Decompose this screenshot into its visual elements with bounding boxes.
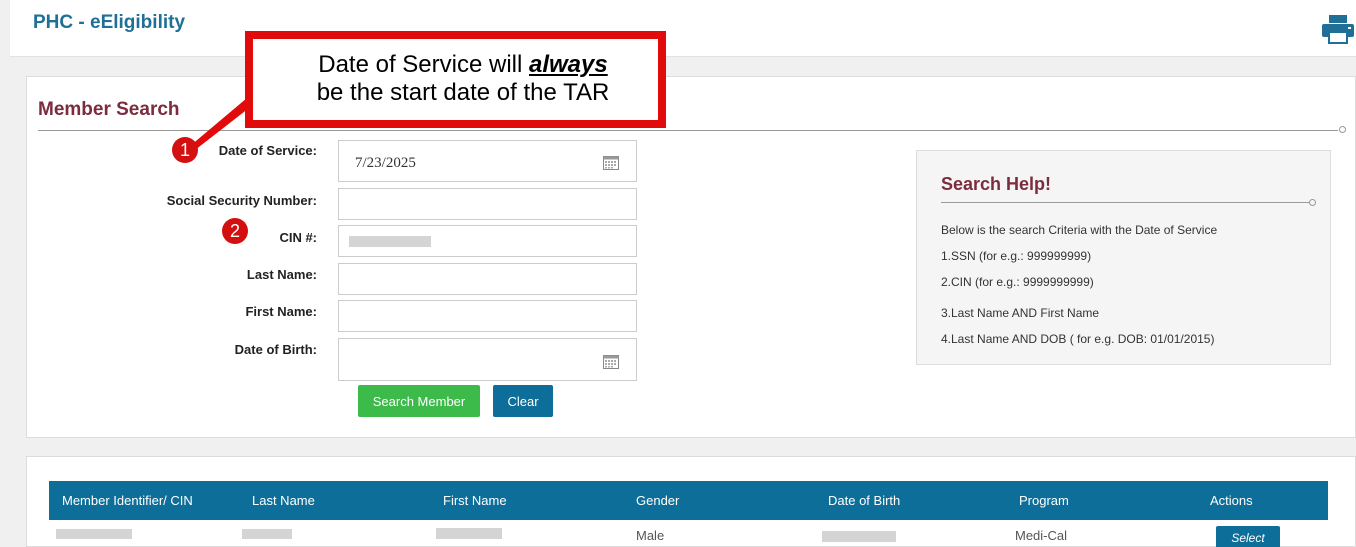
results-card: Member Identifier/ CIN Last Name First N… <box>26 456 1356 547</box>
redacted-cin-cell <box>56 529 132 539</box>
cin-input[interactable] <box>338 225 637 257</box>
step-badge-1: 1 <box>172 137 198 163</box>
search-member-button[interactable]: Search Member <box>358 385 480 417</box>
column-header: Member Identifier/ CIN <box>62 493 193 508</box>
search-help-title: Search Help! <box>941 174 1052 194</box>
column-header: Program <box>1019 493 1069 508</box>
callout-emphasis: always <box>529 51 608 78</box>
callout-text: Date of Service will always be the start… <box>273 51 653 107</box>
redacted-cin-value <box>349 236 431 247</box>
help-item: 3.Last Name AND First Name <box>941 306 1100 320</box>
date-of-birth-input[interactable] <box>338 338 637 381</box>
ssn-input[interactable] <box>338 188 637 220</box>
printer-icon[interactable] <box>1321 14 1355 44</box>
column-header: Actions <box>1210 493 1253 508</box>
app-title: PHC - eEligibility <box>33 12 186 33</box>
help-intro: Below is the search Criteria with the Da… <box>941 223 1218 237</box>
redacted-first-name-cell <box>436 528 502 539</box>
gender-cell: Male <box>636 528 665 543</box>
column-header: Gender <box>636 493 680 508</box>
program-cell: Medi-Cal <box>1015 528 1068 543</box>
calendar-icon[interactable] <box>603 355 619 369</box>
help-divider <box>941 202 1309 203</box>
redacted-last-name-cell <box>242 529 292 539</box>
date-of-service-label: Date of Service: <box>218 143 317 158</box>
top-bar: PHC - eEligibility <box>10 0 1356 57</box>
column-header: Last Name <box>252 493 315 508</box>
help-item: 1.SSN (for e.g.: 999999999) <box>941 249 1092 263</box>
member-search-title: Member Search <box>38 99 180 120</box>
clear-button[interactable]: Clear <box>493 385 553 417</box>
last-name-label: Last Name: <box>246 267 317 282</box>
redacted-dob-cell <box>822 531 896 542</box>
date-of-service-value: 7/23/2025 <box>355 155 416 171</box>
callout-line2: be the start date of the TAR <box>316 79 610 106</box>
select-button[interactable]: Select <box>1216 526 1280 547</box>
date-of-service-input[interactable]: 7/23/2025 <box>338 140 637 182</box>
column-header: First Name <box>443 493 507 508</box>
annotation-callout: Date of Service will always be the start… <box>245 31 666 128</box>
last-name-input[interactable] <box>338 263 637 295</box>
column-header: Date of Birth <box>828 493 901 508</box>
first-name-input[interactable] <box>338 300 637 332</box>
calendar-icon[interactable] <box>603 156 619 170</box>
help-item: 2.CIN (for e.g.: 9999999999) <box>941 275 1094 289</box>
title-divider <box>38 130 1338 131</box>
step-badge-2: 2 <box>222 218 248 244</box>
member-search-card: Member Search Date of Service: 7/23/2025… <box>26 76 1356 438</box>
results-table-header: Member Identifier/ CIN Last Name First N… <box>49 481 1328 520</box>
ssn-label: Social Security Number: <box>166 193 317 208</box>
divider-dot <box>1339 126 1346 133</box>
help-item: 4.Last Name AND DOB ( for e.g. DOB: 01/0… <box>941 332 1215 346</box>
date-of-birth-label: Date of Birth: <box>234 342 317 357</box>
first-name-label: First Name: <box>245 304 317 319</box>
help-divider-dot <box>1309 199 1316 206</box>
callout-line1-prefix: Date of Service will <box>318 51 529 78</box>
search-help-panel: Search Help! Below is the search Criteri… <box>916 150 1331 365</box>
